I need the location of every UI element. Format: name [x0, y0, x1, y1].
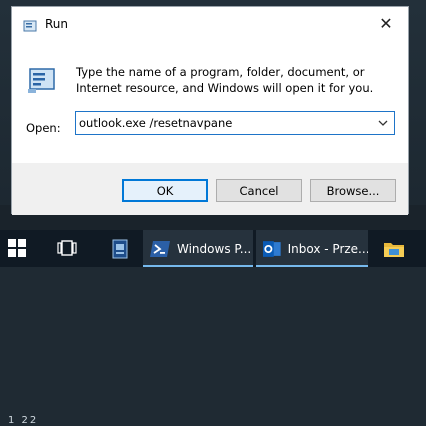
close-icon: ✕	[379, 13, 393, 33]
taskbar-powershell[interactable]: Windows P...	[143, 230, 253, 267]
dialog-description: Type the name of a program, folder, docu…	[76, 65, 374, 95]
run-icon	[23, 20, 37, 32]
dialog-title: Run	[45, 17, 69, 31]
dialog-footer: OK Cancel Browse...	[12, 163, 408, 215]
windows-start-icon[interactable]	[8, 239, 26, 257]
open-label: Open:	[26, 121, 61, 135]
run-large-icon	[28, 68, 55, 93]
desktop-tray-text: 1 22	[8, 415, 39, 426]
taskbar-outlook-label: Inbox - Prze...	[287, 241, 368, 256]
ok-button[interactable]: OK	[122, 179, 208, 202]
powershell-icon	[150, 240, 170, 257]
title-bar[interactable]: Run ✕	[12, 7, 408, 45]
close-button[interactable]: ✕	[364, 7, 408, 39]
cancel-button[interactable]: Cancel	[216, 179, 302, 202]
taskbar-file-explorer[interactable]	[374, 230, 414, 267]
browse-button[interactable]: Browse...	[310, 179, 396, 202]
open-combobox[interactable]	[75, 111, 395, 135]
run-dialog: Run ✕ Type the name of a program, folder…	[11, 6, 409, 215]
taskbar-outlook[interactable]: Inbox - Prze...	[256, 230, 368, 267]
outlook-icon	[262, 240, 281, 257]
taskbar-remote-desktop[interactable]	[100, 230, 140, 267]
remote-desktop-icon	[112, 239, 128, 258]
dialog-content: Type the name of a program, folder, docu…	[12, 45, 408, 163]
chevron-down-icon[interactable]	[376, 116, 390, 130]
open-input[interactable]	[79, 114, 369, 132]
task-view-icon[interactable]	[57, 240, 77, 256]
file-explorer-icon	[384, 242, 404, 257]
taskbar: Windows P... Inbox - Prze...	[0, 230, 426, 267]
taskbar-powershell-label: Windows P...	[177, 241, 252, 256]
